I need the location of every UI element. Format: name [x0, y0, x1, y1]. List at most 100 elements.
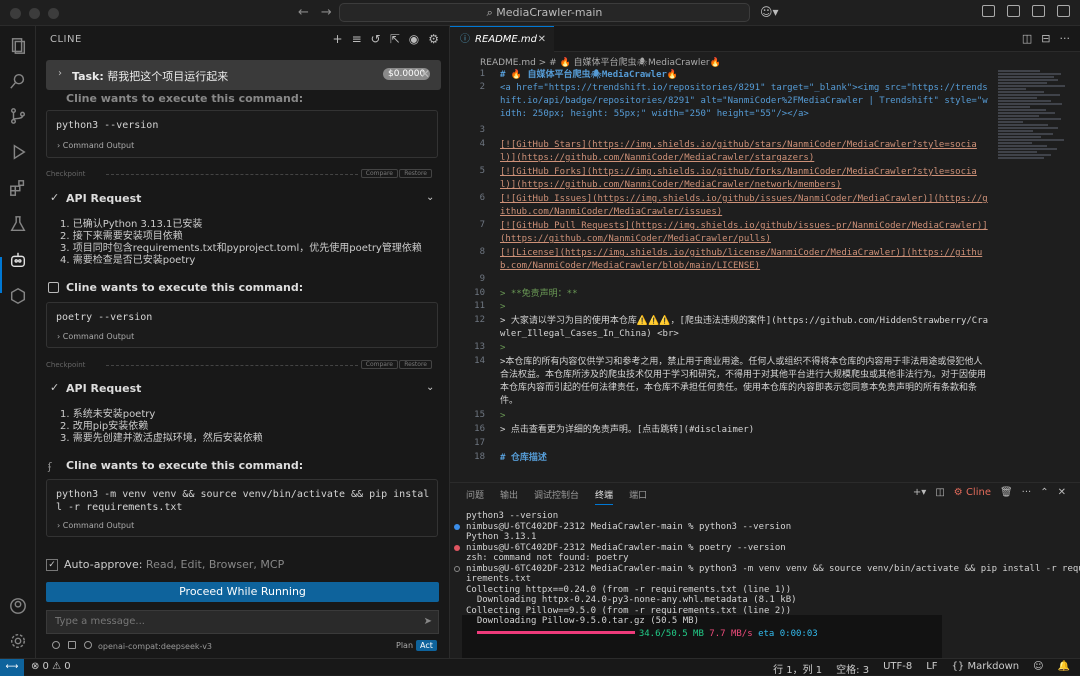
copilot-icon[interactable]: ☺▾	[760, 5, 779, 19]
split-terminal-icon[interactable]: ◫	[935, 487, 944, 498]
trash-icon[interactable]: 🗑	[1000, 487, 1013, 498]
proceed-button[interactable]: Proceed While Running	[46, 582, 439, 602]
act-toggle[interactable]: Act	[416, 640, 437, 651]
problems-count[interactable]: ⊗ 0 ⚠ 0	[31, 661, 71, 672]
account-icon[interactable]	[8, 596, 28, 616]
checkbox-icon[interactable]: ✓	[46, 559, 58, 571]
testing-icon[interactable]	[8, 214, 28, 234]
tab-readme[interactable]: ⓘ README.md ✕	[450, 26, 554, 52]
maximize-icon[interactable]: ⌃	[1040, 487, 1048, 498]
eol[interactable]: LF	[926, 661, 937, 676]
api-request-header[interactable]: API Request	[66, 192, 141, 205]
api-response-list-2: 1. 系统未安装poetry 2. 改用pip安装依赖 3. 需要先创建并激活虚拟环…	[60, 409, 263, 444]
popout-icon[interactable]: ⇱	[390, 32, 400, 46]
close-icon[interactable]: ✕	[420, 67, 430, 81]
plan-toggle[interactable]: Plan	[392, 640, 417, 651]
customize-layout-icon	[1057, 5, 1070, 17]
tab-problems[interactable]: 问题	[466, 488, 484, 505]
command-output-toggle[interactable]: › Command Output	[57, 141, 134, 150]
auto-approve-bar[interactable]: ✓ Auto-approve: Read, Edit, Browser, MCP	[46, 558, 284, 571]
cursor-position[interactable]: 行 1，列 1	[773, 661, 822, 676]
preview-icon[interactable]: ◫	[1022, 32, 1032, 45]
chevron-down-icon[interactable]: ⌄	[426, 192, 434, 203]
editor-actions: ◫ ⊟ ···	[1022, 32, 1070, 45]
notifications-icon[interactable]: 🔔	[1058, 661, 1070, 676]
account-icon[interactable]: ◉	[409, 32, 419, 46]
command-header: Cline wants to execute this command:	[66, 281, 304, 294]
panel-toggle-icon	[1007, 5, 1020, 17]
search-icon[interactable]	[8, 71, 28, 91]
compare-button[interactable]: Compare	[360, 360, 398, 369]
explorer-icon[interactable]	[8, 36, 28, 56]
indentation[interactable]: 空格: 3	[836, 661, 869, 676]
check-icon: ✓	[50, 381, 60, 394]
tab-ports[interactable]: 端口	[629, 488, 647, 505]
sidebar-actions: + ≡ ↺ ⇱ ◉ ⚙	[333, 32, 440, 46]
settings-gear-icon[interactable]	[8, 631, 28, 651]
download-progress-bar	[476, 630, 635, 634]
breadcrumb[interactable]: README.md > # 🔥 自媒体平台爬虫🕷MediaCrawler🔥	[480, 55, 721, 68]
tab-debug-console[interactable]: 调试控制台	[534, 488, 579, 505]
cline-terminal-tab[interactable]: ⚙ Cline	[954, 487, 991, 498]
run-debug-icon[interactable]	[8, 142, 28, 162]
chevron-down-icon[interactable]: ⌄	[426, 382, 434, 393]
minimap[interactable]	[998, 69, 1068, 489]
check-icon: ✓	[50, 191, 60, 204]
model-icon[interactable]	[84, 641, 92, 649]
source-control-icon[interactable]	[8, 106, 28, 126]
command-block-1: python3 --version › Command Output	[46, 110, 438, 158]
activity-bar	[0, 26, 36, 658]
restore-button[interactable]: Restore	[399, 360, 432, 369]
plus-icon[interactable]: +	[333, 32, 343, 46]
title-bar: ← → ⌕ MediaCrawler-main ☺▾	[0, 0, 1080, 26]
camera-icon[interactable]	[68, 641, 76, 649]
extensions-icon[interactable]	[8, 178, 28, 198]
status-right: 行 1，列 1 空格: 3 UTF-8 LF {} Markdown ☺ 🔔	[773, 661, 1070, 676]
at-icon[interactable]	[52, 641, 60, 649]
sidebar-title: CLINE	[50, 34, 82, 45]
extension-icon[interactable]	[8, 286, 28, 306]
command-block-2: poetry --version › Command Output	[46, 302, 438, 348]
message-input[interactable]: Type a message... ➤	[46, 610, 439, 634]
status-bar: ⟷ ⊗ 0 ⚠ 0 行 1，列 1 空格: 3 UTF-8 LF {} Mark…	[0, 658, 1080, 676]
back-arrow-icon[interactable]: ←	[298, 5, 309, 20]
panel-tabs: 问题 输出 调试控制台 终端 端口	[466, 488, 647, 505]
task-header[interactable]: › Task: 帮我把这个项目运行起来 $0.0000 ✕	[46, 60, 441, 90]
tab-output[interactable]: 输出	[500, 488, 518, 505]
layout-toggles[interactable]	[982, 5, 1070, 17]
copilot-icon[interactable]: ☺	[1033, 661, 1043, 676]
checkpoint-row: Checkpoint Compare Restore	[46, 169, 438, 179]
command-output-toggle[interactable]: › Command Output	[57, 521, 134, 530]
forward-arrow-icon[interactable]: →	[321, 5, 332, 20]
encoding[interactable]: UTF-8	[883, 661, 912, 676]
terminal-output[interactable]: python3 --version nimbus@U-6TC402DF-2312…	[454, 511, 1080, 671]
terminal-icon	[48, 282, 59, 293]
compare-button[interactable]: Compare	[360, 169, 398, 178]
more-icon[interactable]: ···	[1022, 487, 1032, 498]
mcp-icon[interactable]: ≡	[352, 32, 362, 46]
nav-arrows[interactable]: ← →	[298, 5, 332, 20]
model-selector[interactable]: openai-compat:deepseek-v3	[98, 642, 212, 651]
gear-icon[interactable]: ⚙	[428, 32, 439, 46]
command-output-toggle[interactable]: › Command Output	[57, 332, 134, 341]
more-icon[interactable]: ···	[1060, 32, 1071, 45]
window-controls[interactable]	[10, 8, 59, 19]
language-mode[interactable]: {} Markdown	[952, 661, 1020, 676]
remote-icon[interactable]: ⟷	[0, 659, 24, 676]
panel-actions: +▾ ◫ ⚙ Cline 🗑 ··· ⌃ ✕	[913, 487, 1066, 498]
api-request-header[interactable]: API Request	[66, 382, 141, 395]
restore-button[interactable]: Restore	[399, 169, 432, 178]
send-icon[interactable]: ➤	[424, 611, 432, 633]
terminal-icon: ʄ	[48, 460, 52, 473]
history-icon[interactable]: ↺	[371, 32, 381, 46]
command-center-search[interactable]: ⌕ MediaCrawler-main	[339, 3, 750, 22]
split-editor-icon[interactable]: ⊟	[1041, 32, 1050, 45]
editor-tabs: ⓘ README.md ✕ ◫ ⊟ ···	[450, 26, 1080, 52]
new-terminal-icon[interactable]: +▾	[913, 487, 926, 498]
cline-robot-icon[interactable]	[8, 250, 28, 270]
close-icon[interactable]: ✕	[538, 27, 546, 53]
tab-terminal[interactable]: 终端	[595, 488, 614, 505]
close-icon[interactable]: ✕	[1058, 487, 1066, 498]
cline-sidebar: CLINE + ≡ ↺ ⇱ ◉ ⚙ › Task: 帮我把这个项目运行起来 $0.0000…	[36, 26, 450, 658]
search-icon: ⌕	[486, 6, 497, 19]
